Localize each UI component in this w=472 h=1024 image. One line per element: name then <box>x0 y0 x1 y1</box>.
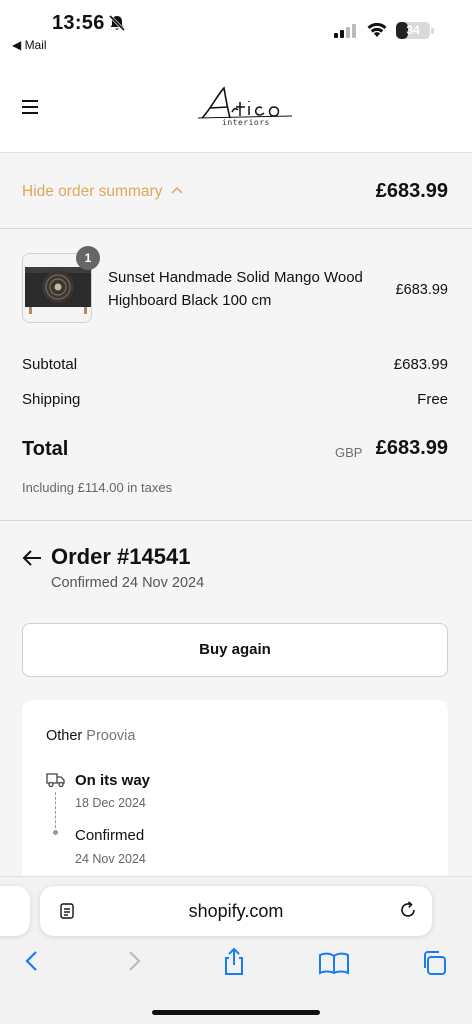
bookmarks-icon[interactable] <box>318 951 350 975</box>
logo-subtext: interiors <box>222 118 270 127</box>
shipping-value: Free <box>417 391 448 408</box>
hamburger-menu-icon[interactable] <box>22 100 40 114</box>
previous-tab-peek[interactable] <box>0 886 30 936</box>
carrier-line: Other Proovia <box>46 728 135 744</box>
cellular-signal-icon <box>334 24 356 38</box>
order-confirmed-date: Confirmed 24 Nov 2024 <box>51 575 205 591</box>
taxes-note: Including £114.00 in taxes <box>22 480 173 495</box>
home-indicator <box>152 1010 320 1015</box>
product-price: £683.99 <box>395 282 448 298</box>
status-time: 13:56 <box>52 12 105 34</box>
order-number-title: Order #14541 <box>51 544 191 569</box>
wifi-icon <box>367 22 387 37</box>
status-step-confirmed: Confirmed <box>75 827 145 844</box>
bell-slash-icon <box>108 14 126 32</box>
browser-toolbar: shopify.com <box>0 876 472 1024</box>
back-to-mail-link[interactable]: ◀ Mail <box>12 38 47 52</box>
status-step-on-its-way: On its way <box>75 772 151 789</box>
section-divider <box>0 520 472 521</box>
buy-again-button[interactable]: Buy again <box>22 623 448 677</box>
back-arrow-icon[interactable] <box>21 548 43 568</box>
status-step-date: 18 Dec 2024 <box>75 796 146 810</box>
total-label: Total <box>22 438 69 460</box>
back-chevron-icon[interactable] <box>22 949 42 973</box>
quantity-badge: 1 <box>76 246 100 270</box>
address-bar[interactable]: shopify.com <box>40 886 432 936</box>
shipment-tracking-card: Other Proovia On its way 18 Dec 2024 Con… <box>22 700 448 900</box>
timeline-dot <box>53 830 58 835</box>
hide-order-summary-link[interactable]: Hide order summary <box>22 183 162 201</box>
battery-percent: 34 <box>406 23 420 37</box>
subtotal-label: Subtotal <box>22 356 78 373</box>
status-bar: 13:56 ◀ Mail 34 <box>0 0 472 60</box>
order-summary-toggle-bar[interactable]: Hide order summary £683.99 <box>0 152 472 229</box>
timeline-connector <box>55 792 56 828</box>
status-step-date: 24 Nov 2024 <box>75 852 146 866</box>
total-value: £683.99 <box>375 437 448 459</box>
carrier-name: Proovia <box>86 728 136 744</box>
carrier-prefix: Other <box>46 728 83 744</box>
summary-total-price: £683.99 <box>375 180 448 202</box>
share-icon[interactable] <box>221 947 247 977</box>
currency-code: GBP <box>335 445 363 460</box>
shipping-label: Shipping <box>22 391 81 408</box>
delivery-truck-icon <box>46 773 65 788</box>
subtotal-value: £683.99 <box>393 356 448 373</box>
reload-icon[interactable] <box>398 900 418 920</box>
product-name: Sunset Handmade Solid Mango Wood Highboa… <box>108 269 363 309</box>
store-header: interiors <box>0 60 472 152</box>
url-text[interactable]: shopify.com <box>40 901 432 922</box>
forward-chevron-icon[interactable] <box>124 949 144 973</box>
chevron-up-icon <box>171 186 183 194</box>
battery-icon: 34 <box>396 22 434 39</box>
tabs-icon[interactable] <box>420 949 448 977</box>
